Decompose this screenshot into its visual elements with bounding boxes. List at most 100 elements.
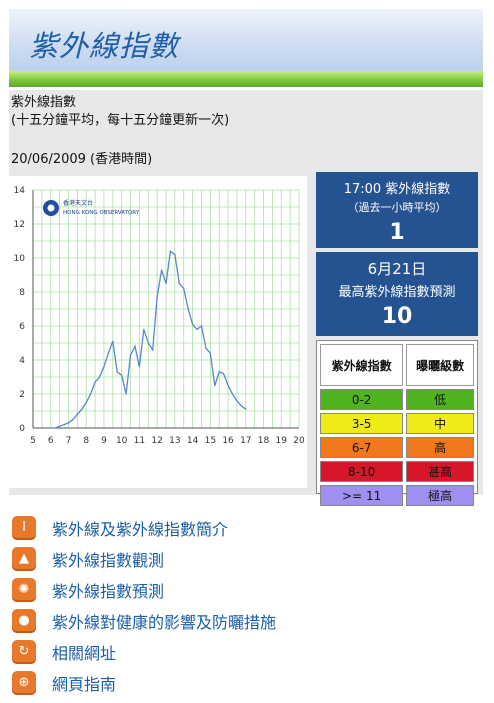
nav-link-0[interactable]: I 紫外線及紫外線指數簡介 [12, 512, 482, 543]
y-tick-label: 0 [19, 424, 25, 434]
x-tick-label: 5 [30, 436, 36, 446]
y-tick-label: 2 [19, 390, 25, 400]
hko-logo-text-en: HONG KONG OBSERVATORY [63, 210, 140, 216]
uv-data-point [236, 400, 238, 402]
uv-data-point [205, 347, 207, 349]
uv-data-point [200, 325, 203, 327]
y-tick-label: 8 [19, 288, 25, 298]
uv-date: 20/06/2009 (香港時間) [11, 152, 153, 167]
legend-header-index: 紫外線指數 [320, 344, 404, 386]
uv-data-point [85, 401, 87, 404]
nav-link-label[interactable]: 紫外線對健康的影響及防曬措施 [52, 609, 276, 633]
current-uv-value: 1 [389, 220, 405, 245]
y-tick-label: 6 [19, 322, 25, 332]
y-tick-label: 4 [19, 356, 25, 366]
uv-chart-svg: 5 6 7 8 9 10 11 12 13 14 15 16 17 18 19 20 0 2 4 6 8 10 12 14 香港… [14, 186, 305, 446]
x-tick-label: 14 [187, 436, 199, 446]
current-uv-note: （過去一小時平均） [347, 201, 447, 214]
nav-link-label[interactable]: 網頁指南 [52, 671, 116, 695]
legend-level: 極高 [406, 485, 474, 506]
x-tick-label: 19 [276, 436, 288, 446]
x-tick-label: 8 [83, 436, 89, 446]
uv-data-point [231, 393, 234, 395]
forecast-uv-box: 6月21日 最高紫外線指數預測 10 [316, 252, 478, 336]
uv-data-point [63, 424, 65, 426]
uv-data-point [67, 422, 70, 424]
uv-data-point [169, 250, 172, 252]
uv-data-point [72, 418, 74, 421]
uv-data-point [129, 354, 132, 356]
x-tick-label: 7 [66, 436, 72, 446]
x-tick-label: 20 [293, 436, 305, 446]
uv-data-point [174, 254, 176, 256]
uv-data-point [223, 373, 225, 375]
current-uv-label: 17:00 紫外線指數 [343, 182, 451, 197]
legend-level: 甚高 [406, 461, 474, 482]
uv-chart: 5 6 7 8 9 10 11 12 13 14 15 16 17 18 19 20 0 2 4 6 8 10 12 14 香港… [9, 176, 307, 488]
uv-data-point [245, 408, 247, 410]
uv-heading: 紫外線指數 [11, 95, 77, 110]
uv-data-point [134, 345, 136, 347]
legend-level: 高 [406, 437, 474, 458]
nav-link-label[interactable]: 紫外線及紫外線指數簡介 [52, 516, 228, 540]
uv-data-point [54, 427, 56, 429]
uv-data-point [209, 352, 211, 354]
legend-range: 3-5 [320, 413, 404, 434]
forecast-value: 10 [381, 304, 413, 329]
x-tick-label: 15 [205, 436, 216, 446]
uv-data-point [94, 381, 96, 383]
legend-row: 3-5 中 [320, 413, 474, 434]
nav-link-3[interactable]: ● 紫外線對健康的影響及防曬措施 [12, 605, 482, 636]
uv-data-point [187, 308, 189, 310]
y-tick-label: 10 [14, 254, 26, 264]
y-tick-label: 12 [14, 220, 25, 230]
x-tick-label: 17 [240, 436, 251, 446]
y-tick-label: 14 [14, 186, 26, 196]
x-tick-label: 16 [222, 436, 234, 446]
nav-link-label[interactable]: 紫外線指數預測 [52, 578, 164, 602]
nav-link-4[interactable]: ↻ 相關網址 [12, 636, 482, 667]
forecast-label: 最高紫外線指數預測 [338, 285, 456, 300]
nav-link-label[interactable]: 相關網址 [52, 640, 116, 664]
person-icon: ● [12, 608, 36, 633]
uv-level-table: 紫外線指數 曝曬級數 0-2 低 3-5 中 6-7 高 8-10 甚高 >= 11 極高 [317, 341, 477, 509]
uv-data-point [240, 405, 242, 407]
x-tick-label: 9 [101, 436, 107, 446]
uv-data-point [90, 393, 92, 395]
legend-level: 中 [406, 413, 474, 434]
uv-data-point [227, 384, 229, 387]
nav-link-5[interactable]: ⊕ 網頁指南 [12, 667, 482, 698]
legend-range: 8-10 [320, 461, 404, 482]
sun-icon: ✺ [12, 577, 36, 602]
uv-data-point [196, 328, 198, 330]
uv-data-point [103, 366, 105, 368]
uv-data-point [50, 427, 52, 429]
uv-panel: 紫外線指數 (十五分鐘平均，每十五分鐘更新一次) 20/06/2009 (香港時… [9, 90, 483, 506]
nav-link-label[interactable]: 紫外線指數觀測 [52, 547, 164, 571]
uv-data-point [152, 349, 154, 351]
uv-data-point [116, 371, 118, 373]
uv-data-point [98, 376, 101, 378]
x-tick-label: 12 [151, 436, 162, 446]
uv-data-point [121, 374, 123, 376]
current-uv-box: 17:00 紫外線指數 （過去一小時平均） 1 [316, 172, 478, 248]
uv-data-point [214, 384, 216, 387]
link-icon: ↻ [12, 639, 36, 664]
banner-grass-strip [9, 71, 483, 87]
hko-logo-text: 香港天文台 [63, 199, 93, 207]
uv-data-point [138, 366, 140, 368]
uv-data-point [192, 323, 194, 325]
legend-row: 0-2 低 [320, 389, 474, 410]
forecast-date: 6月21日 [367, 260, 427, 278]
nav-link-2[interactable]: ✺ 紫外線指數預測 [12, 574, 482, 605]
x-tick-label: 10 [116, 436, 128, 446]
nav-link-1[interactable]: ▲ 紫外線指數觀測 [12, 543, 482, 574]
uv-data-point [107, 352, 109, 354]
uv-data-point [112, 340, 114, 342]
link-list: I 紫外線及紫外線指數簡介 ▲ 紫外線指數觀測 ✺ 紫外線指數預測 ● 紫外線對健康的影響及防… [12, 512, 482, 698]
uv-data-point [147, 342, 149, 344]
uv-level-legend: 紫外線指數 曝曬級數 0-2 低 3-5 中 6-7 高 8-10 甚高 >= 11 極高 [316, 340, 478, 506]
chart-icon: ▲ [12, 546, 36, 571]
legend-header-level: 曝曬級數 [406, 344, 474, 386]
legend-level: 低 [406, 389, 474, 410]
